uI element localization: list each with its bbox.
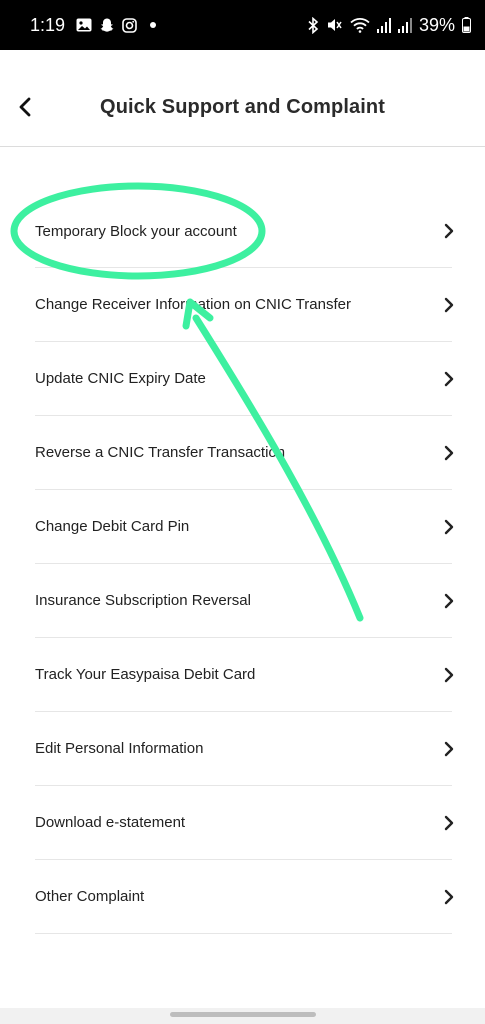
menu-item-label: Track Your Easypaisa Debit Card (35, 666, 256, 683)
page-title: Quick Support and Complaint (100, 96, 385, 118)
navigation-bar (0, 1008, 485, 1024)
battery-icon (462, 17, 471, 33)
status-bar-left: 1:19 (30, 14, 157, 36)
chevron-right-icon (442, 593, 456, 608)
signal-icon (397, 17, 412, 33)
menu-item[interactable]: Track Your Easypaisa Debit Card (35, 638, 454, 712)
menu-item[interactable]: Reverse a CNIC Transfer Transaction (35, 416, 454, 490)
signal-icon (376, 17, 391, 33)
gallery-icon (76, 18, 92, 32)
menu-item-label: Update CNIC Expiry Date (35, 370, 206, 387)
home-indicator[interactable] (170, 1012, 316, 1017)
chevron-right-icon (442, 519, 456, 534)
snapchat-icon (99, 17, 115, 33)
chevron-right-icon (442, 667, 456, 682)
support-menu-list: Temporary Block your account Change Recei… (35, 195, 454, 934)
menu-item-label: Insurance Subscription Reversal (35, 592, 251, 609)
menu-item-label: Change Debit Card Pin (35, 518, 190, 535)
chevron-right-icon (442, 741, 456, 756)
menu-item[interactable]: Download e-statement (35, 786, 454, 860)
mute-icon (326, 17, 343, 33)
status-bar-right: 39% (307, 15, 471, 36)
menu-item[interactable]: Edit Personal Information (35, 712, 454, 786)
status-time: 1:19 (30, 14, 66, 35)
menu-item-label: Reverse a CNIC Transfer Transaction (35, 444, 286, 461)
menu-item[interactable]: Insurance Subscription Reversal (35, 564, 454, 638)
menu-item-label: Change Receiver Information on CNIC Tran… (35, 296, 351, 313)
instagram-icon (122, 17, 137, 33)
menu-item[interactable]: Other Complaint (35, 860, 454, 934)
chevron-right-icon (442, 445, 456, 460)
bluetooth-icon (307, 16, 319, 34)
battery-percent: 39% (418, 14, 455, 35)
page-header: Quick Support and Complaint (0, 50, 485, 147)
menu-item[interactable]: Change Receiver Information on CNIC Tran… (35, 268, 454, 342)
menu-item-label: Download e-statement (35, 814, 186, 831)
menu-item-label: Other Complaint (35, 888, 145, 905)
menu-item[interactable]: Change Debit Card Pin (35, 490, 454, 564)
status-bar: 1:19 39% (0, 0, 485, 50)
chevron-right-icon (442, 297, 456, 312)
chevron-right-icon (442, 815, 456, 830)
menu-item[interactable]: Temporary Block your account (35, 195, 454, 268)
chevron-right-icon (442, 223, 456, 239)
menu-item[interactable]: Update CNIC Expiry Date (35, 342, 454, 416)
chevron-right-icon (442, 371, 456, 386)
notification-dot-icon (150, 22, 157, 28)
menu-item-label: Temporary Block your account (35, 222, 237, 240)
chevron-right-icon (442, 889, 456, 904)
wifi-icon (350, 17, 370, 33)
menu-item-label: Edit Personal Information (35, 740, 204, 757)
